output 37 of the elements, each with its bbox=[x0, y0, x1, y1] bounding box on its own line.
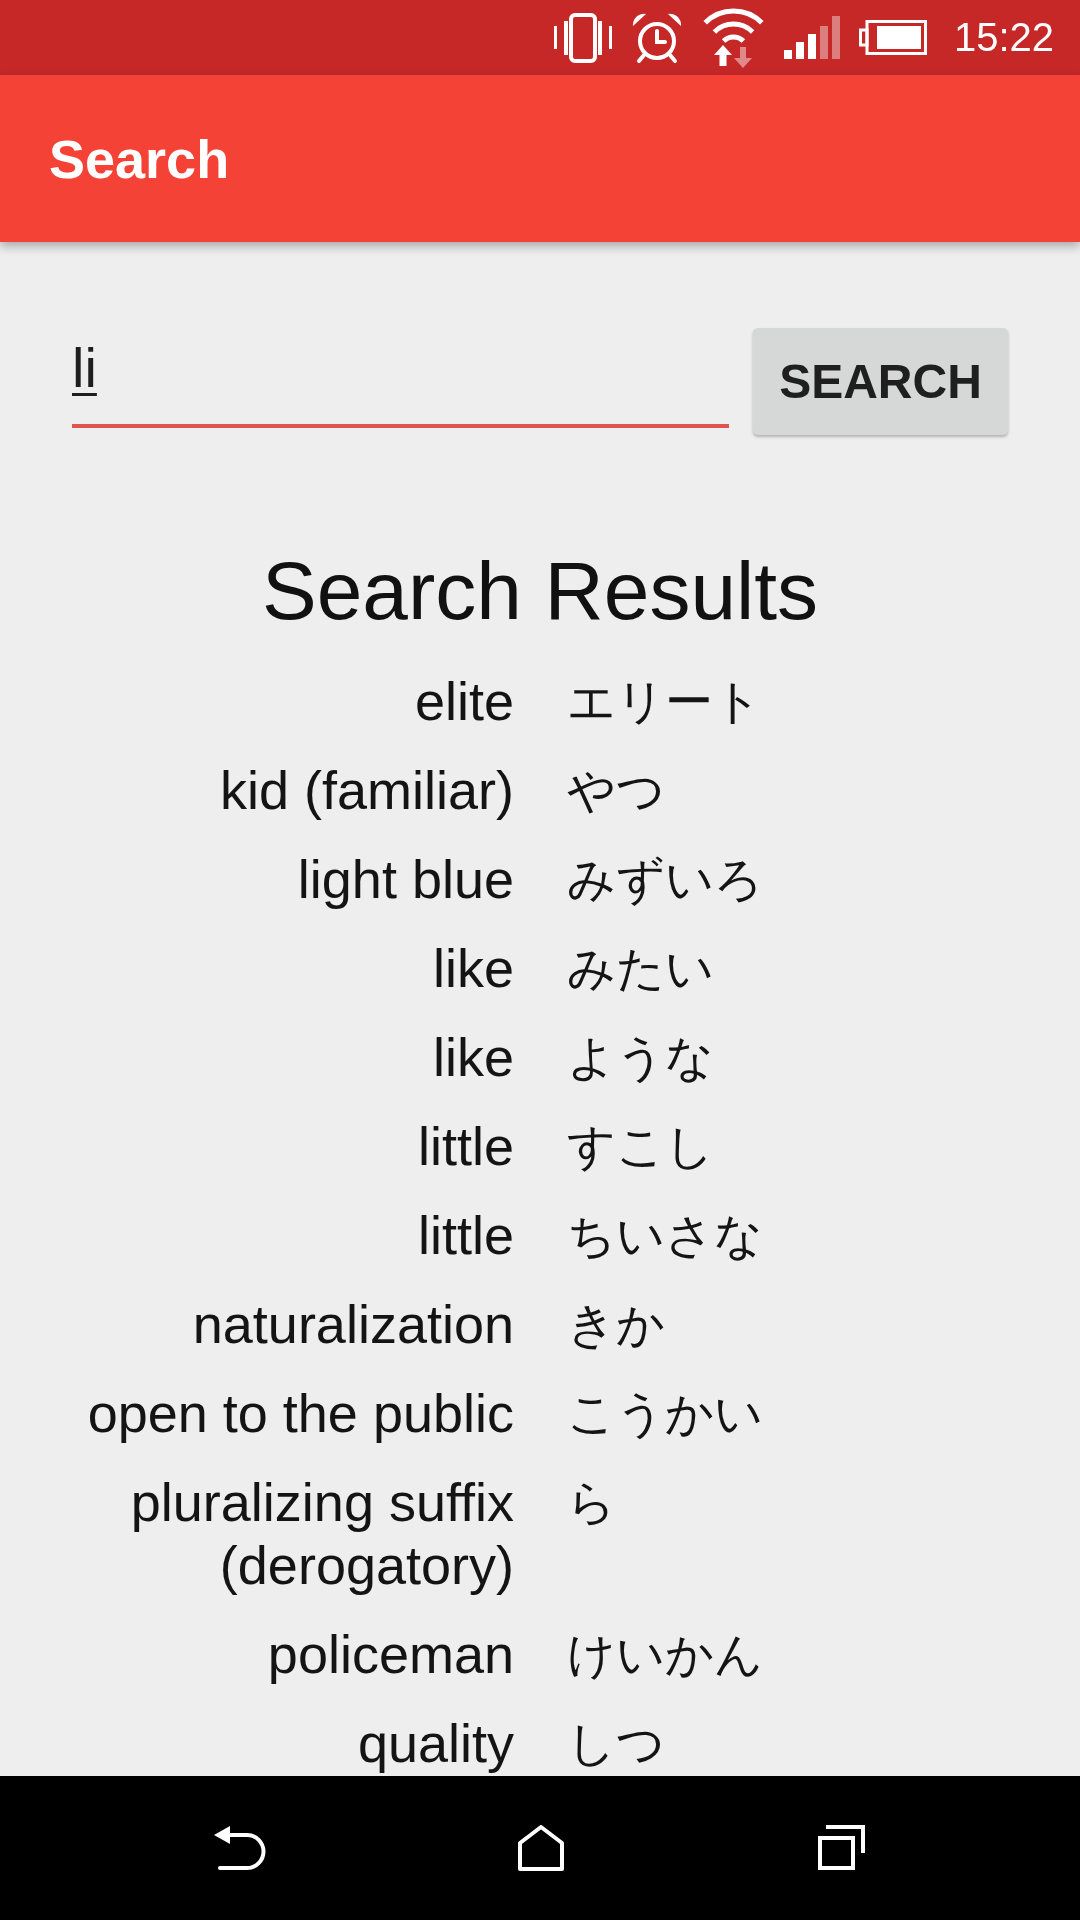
alarm-clock-icon bbox=[630, 11, 683, 64]
japanese-term: エリート bbox=[567, 675, 762, 728]
japanese-term: みずいろ bbox=[567, 853, 763, 906]
japanese-term: ちいさな bbox=[567, 1209, 763, 1262]
english-term: light blue bbox=[297, 849, 514, 909]
results-heading: Search Results bbox=[262, 545, 818, 636]
japanese-term: けいかん bbox=[567, 1628, 763, 1681]
japanese-term: ら bbox=[567, 1476, 616, 1529]
english-term: quality bbox=[357, 1713, 514, 1773]
battery-icon bbox=[858, 20, 927, 55]
search-field[interactable]: li bbox=[72, 324, 729, 428]
japanese-term: みたい bbox=[567, 942, 714, 995]
japanese-term: すこし bbox=[567, 1120, 714, 1173]
wifi-icon bbox=[701, 7, 765, 68]
recent-apps-icon[interactable] bbox=[816, 1825, 866, 1871]
search-button[interactable]: SEARCH bbox=[753, 328, 1008, 435]
english-term: kid (familiar) bbox=[219, 760, 514, 820]
english-term: like bbox=[432, 938, 514, 998]
english-term: like bbox=[432, 1027, 514, 1087]
english-term: naturalization bbox=[192, 1294, 514, 1354]
status-time: 15:22 bbox=[953, 15, 1054, 60]
english-term: little bbox=[417, 1205, 514, 1265]
japanese-term: やつ bbox=[567, 764, 665, 817]
japanese-term: ような bbox=[567, 1031, 714, 1084]
home-icon[interactable] bbox=[518, 1825, 564, 1871]
japanese-term: こうかい bbox=[567, 1387, 763, 1440]
japanese-term: きか bbox=[567, 1298, 665, 1351]
english-term: policeman bbox=[267, 1624, 514, 1684]
english-term: elite bbox=[414, 671, 514, 731]
vibrate-icon bbox=[553, 12, 612, 63]
english-term: pluralizing suffix (derogatory) bbox=[130, 1472, 514, 1595]
signal-icon bbox=[783, 16, 840, 59]
english-term: little bbox=[417, 1116, 514, 1176]
japanese-term: しつ bbox=[567, 1717, 665, 1770]
app-bar-title: Search bbox=[49, 127, 230, 190]
back-icon[interactable] bbox=[214, 1825, 266, 1871]
english-term: open to the public bbox=[87, 1383, 514, 1443]
